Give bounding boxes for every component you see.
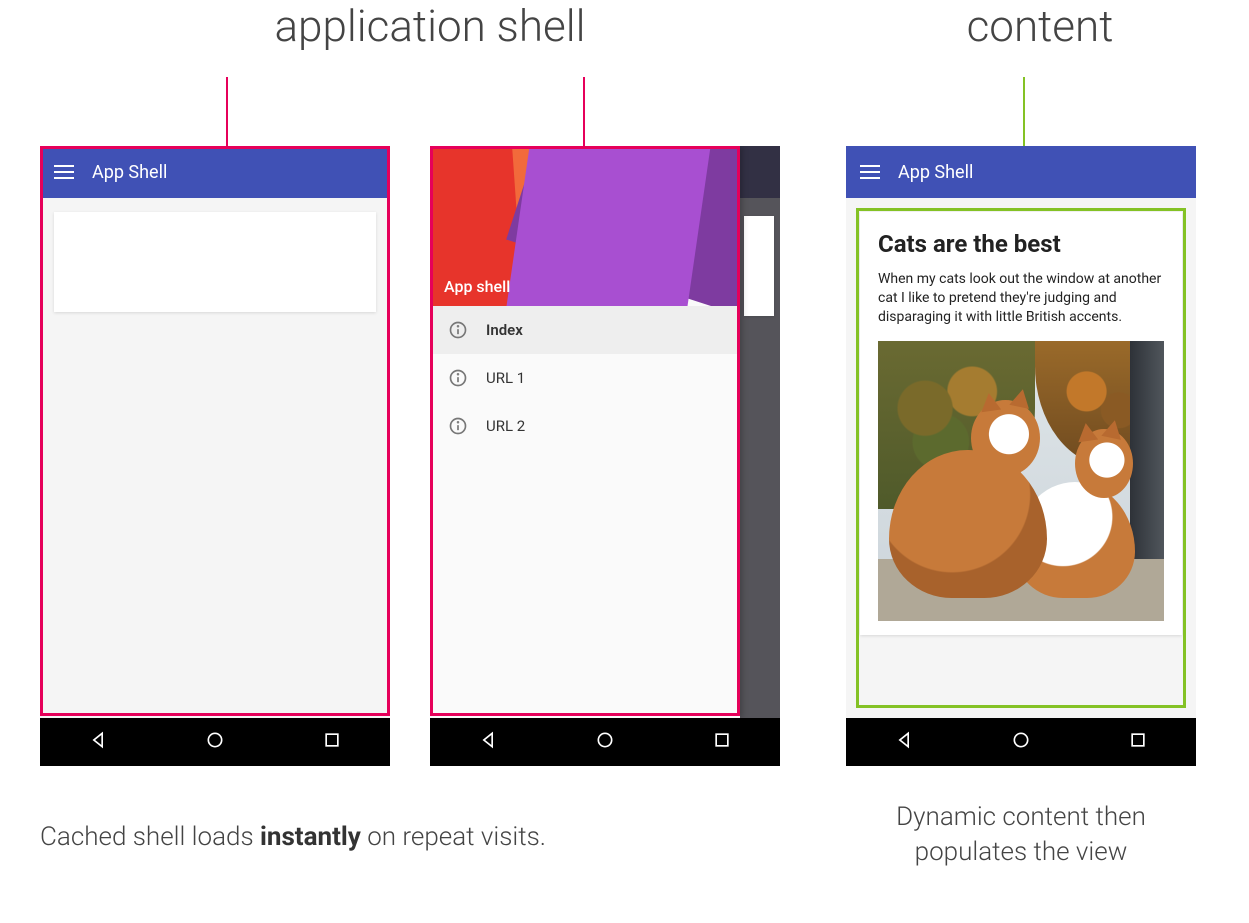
phone-content: App Shell Cats are the best When my cats… (846, 146, 1196, 766)
caption-left-post: on repeat visits. (361, 822, 546, 852)
drawer-header: App shell (430, 146, 740, 306)
drawer-item-label: URL 2 (486, 417, 525, 435)
nav-back-icon[interactable] (88, 730, 108, 754)
article-body: When my cats look out the window at anot… (878, 270, 1164, 327)
label-application-shell: application shell (160, 0, 700, 52)
nav-recent-icon[interactable] (1128, 730, 1148, 754)
caption-left: Cached shell loads instantly on repeat v… (40, 820, 720, 855)
drawer-item-url2[interactable]: URL 2 (430, 402, 740, 450)
hamburger-icon[interactable] (54, 165, 74, 179)
phone-shell-drawer: App shell Index URL 1 URL 2 (430, 146, 780, 766)
nav-recent-icon[interactable] (322, 730, 342, 754)
content-area: Cats are the best When my cats look out … (846, 198, 1196, 718)
caption-left-strong: instantly (260, 822, 361, 852)
info-icon (448, 416, 468, 436)
label-content: content (920, 0, 1160, 52)
content-area-empty (40, 198, 390, 718)
nav-back-icon[interactable] (894, 730, 914, 754)
drawer-scene: App shell Index URL 1 URL 2 (430, 146, 780, 718)
app-bar-title: App Shell (92, 162, 167, 183)
connector-shell-left (226, 77, 228, 147)
android-nav-bar (430, 718, 780, 766)
connector-shell-right (583, 77, 585, 147)
app-bar: App Shell (846, 146, 1196, 198)
content-card: Cats are the best When my cats look out … (860, 212, 1182, 635)
drawer-item-index[interactable]: Index (430, 306, 740, 354)
drawer-header-title: App shell (444, 277, 510, 296)
info-icon (448, 368, 468, 388)
phone-shell-empty: App Shell (40, 146, 390, 766)
drawer-list: Index URL 1 URL 2 (430, 306, 740, 718)
hamburger-icon[interactable] (860, 165, 880, 179)
app-bar: App Shell (40, 146, 390, 198)
nav-home-icon[interactable] (205, 730, 225, 754)
nav-home-icon[interactable] (1011, 730, 1031, 754)
app-bar-title: App Shell (898, 162, 973, 183)
article-image (878, 341, 1164, 621)
card-behind (744, 216, 774, 316)
nav-home-icon[interactable] (595, 730, 615, 754)
caption-right: Dynamic content then populates the view (846, 800, 1196, 870)
drawer-item-label: Index (486, 321, 523, 339)
android-nav-bar (40, 718, 390, 766)
nav-recent-icon[interactable] (712, 730, 732, 754)
android-nav-bar (846, 718, 1196, 766)
info-icon (448, 320, 468, 340)
caption-left-pre: Cached shell loads (40, 822, 260, 852)
drawer-item-label: URL 1 (486, 369, 525, 387)
navigation-drawer: App shell Index URL 1 URL 2 (430, 146, 740, 718)
nav-back-icon[interactable] (478, 730, 498, 754)
placeholder-card (54, 212, 376, 312)
drawer-item-url1[interactable]: URL 1 (430, 354, 740, 402)
article-title: Cats are the best (878, 230, 1164, 258)
